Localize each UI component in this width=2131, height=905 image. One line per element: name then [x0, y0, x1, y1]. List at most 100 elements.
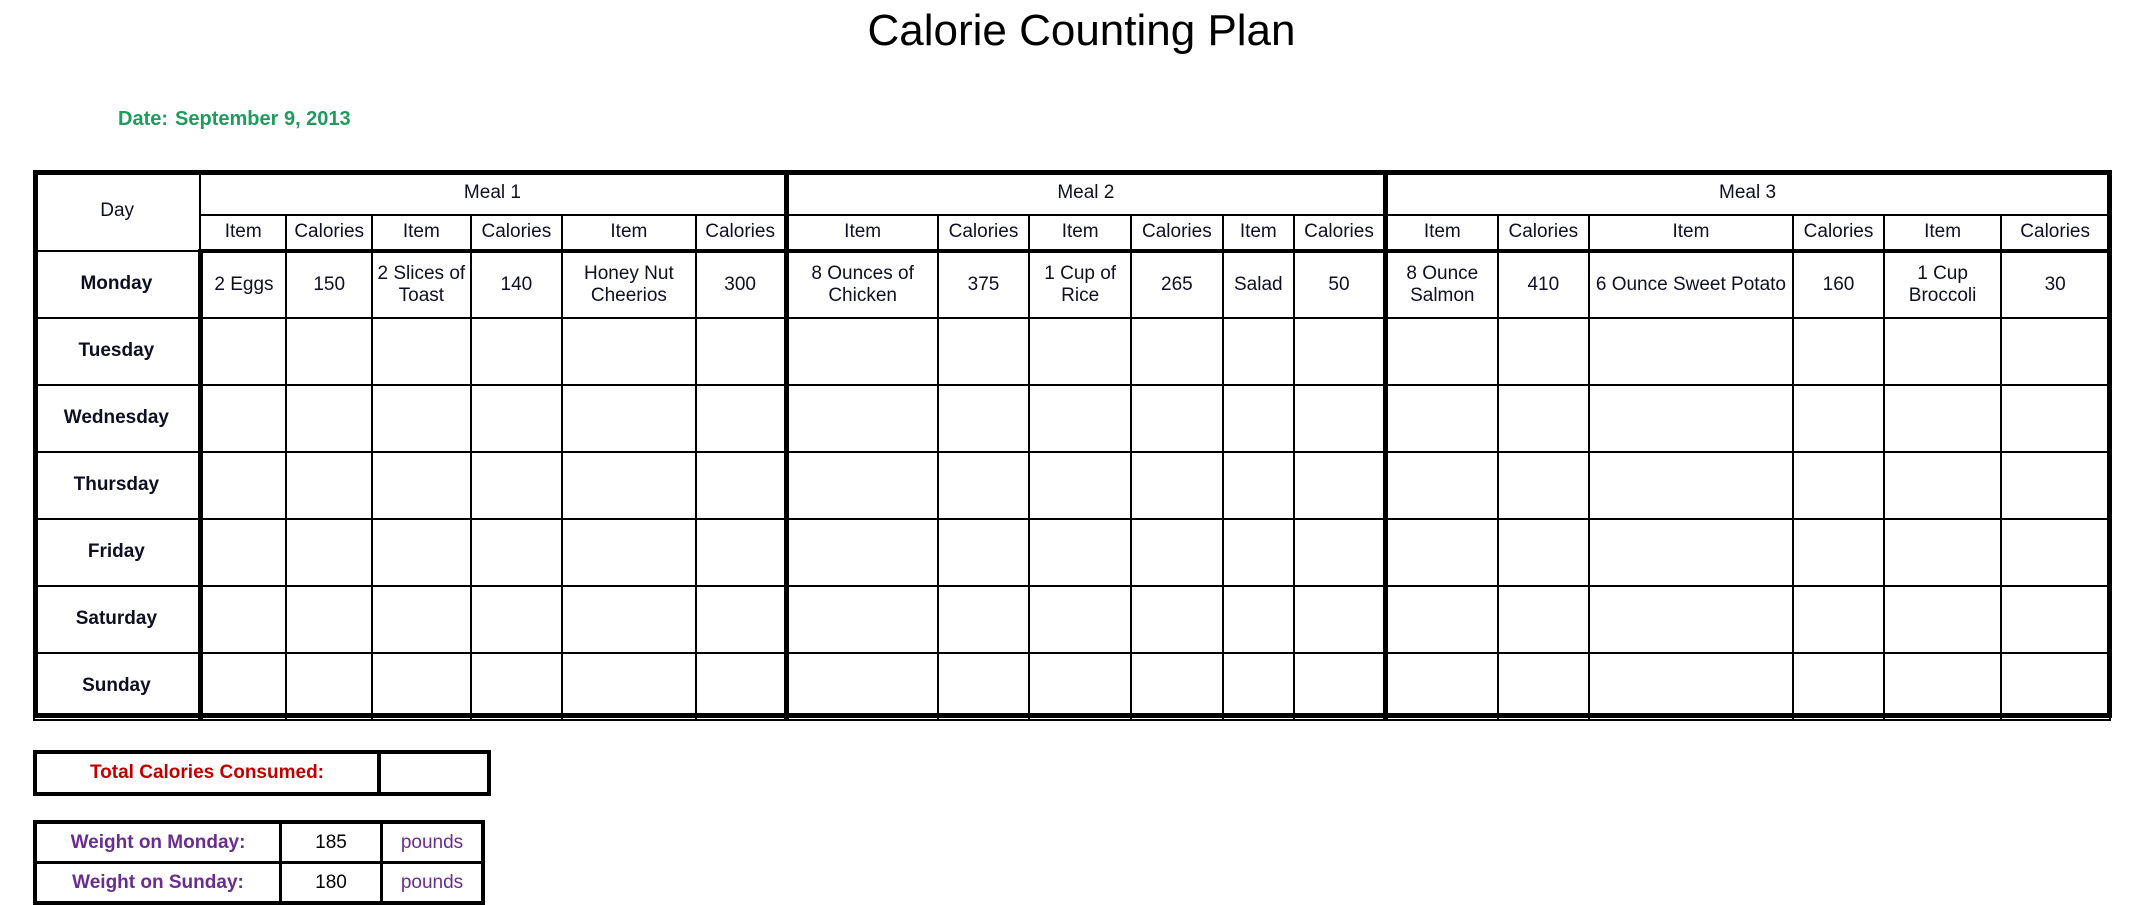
cell-calories[interactable]: 30	[1999, 250, 2111, 319]
cell-item[interactable]	[1883, 317, 2002, 386]
cell-item[interactable]	[1588, 518, 1794, 587]
cell-calories[interactable]	[469, 652, 564, 721]
cell-item[interactable]	[1028, 317, 1133, 386]
cell-calories[interactable]	[1130, 585, 1224, 654]
cell-item[interactable]	[785, 585, 939, 654]
cell-item[interactable]	[1221, 384, 1295, 453]
cell-item[interactable]	[371, 585, 472, 654]
cell-calories[interactable]	[469, 384, 564, 453]
cell-calories[interactable]	[1130, 451, 1224, 520]
cell-calories[interactable]	[1292, 384, 1389, 453]
cell-item[interactable]	[785, 652, 939, 721]
cell-item[interactable]	[1384, 585, 1499, 654]
cell-calories[interactable]	[1496, 652, 1591, 721]
cell-calories[interactable]	[936, 518, 1031, 587]
cell-calories[interactable]	[1496, 317, 1591, 386]
cell-item[interactable]	[1028, 585, 1133, 654]
cell-item[interactable]: 1 Cup Broccoli	[1883, 250, 2002, 319]
cell-item[interactable]: 8 Ounces of Chicken	[785, 250, 939, 319]
cell-calories[interactable]: 375	[936, 250, 1031, 319]
cell-calories[interactable]	[694, 518, 789, 587]
cell-calories[interactable]	[1130, 317, 1224, 386]
cell-item[interactable]	[1588, 585, 1794, 654]
cell-calories[interactable]	[469, 317, 564, 386]
cell-item[interactable]: 1 Cup of Rice	[1028, 250, 1133, 319]
cell-item[interactable]	[1883, 384, 2002, 453]
cell-item[interactable]	[561, 652, 697, 721]
cell-calories[interactable]	[694, 451, 789, 520]
cell-item[interactable]	[1221, 518, 1295, 587]
cell-calories[interactable]	[936, 317, 1031, 386]
cell-calories[interactable]	[1130, 652, 1224, 721]
cell-calories[interactable]	[285, 585, 374, 654]
cell-calories[interactable]	[1496, 384, 1591, 453]
cell-calories[interactable]	[936, 451, 1031, 520]
cell-item[interactable]	[561, 451, 697, 520]
cell-calories[interactable]	[694, 384, 789, 453]
cell-item[interactable]: 2 Slices of Toast	[371, 250, 472, 319]
cell-calories[interactable]	[285, 317, 374, 386]
cell-item[interactable]: Honey Nut Cheerios	[561, 250, 697, 319]
cell-item[interactable]: 8 Ounce Salmon	[1384, 250, 1499, 319]
cell-calories[interactable]	[1999, 652, 2111, 721]
cell-item[interactable]	[1221, 451, 1295, 520]
cell-item[interactable]	[1883, 451, 2002, 520]
weight-monday-value[interactable]: 185	[279, 820, 383, 864]
cell-calories[interactable]	[1999, 585, 2111, 654]
cell-item[interactable]	[199, 451, 288, 520]
cell-calories[interactable]: 50	[1292, 250, 1389, 319]
cell-item[interactable]	[1384, 451, 1499, 520]
cell-item[interactable]	[371, 384, 472, 453]
cell-calories[interactable]	[285, 652, 374, 721]
cell-calories[interactable]	[694, 585, 789, 654]
cell-calories[interactable]	[1292, 317, 1389, 386]
cell-item[interactable]	[1384, 384, 1499, 453]
cell-item[interactable]	[561, 518, 697, 587]
cell-item[interactable]	[1883, 652, 2002, 721]
cell-calories[interactable]	[1292, 585, 1389, 654]
cell-calories[interactable]	[1496, 518, 1591, 587]
cell-calories[interactable]	[285, 451, 374, 520]
cell-calories[interactable]: 140	[469, 250, 564, 319]
cell-calories[interactable]: 150	[285, 250, 374, 319]
cell-calories[interactable]	[1791, 451, 1886, 520]
cell-item[interactable]	[1883, 585, 2002, 654]
cell-item[interactable]	[371, 451, 472, 520]
cell-calories[interactable]	[936, 585, 1031, 654]
cell-calories[interactable]	[1791, 317, 1886, 386]
cell-item[interactable]: 2 Eggs	[199, 250, 288, 319]
total-calories-value[interactable]	[377, 750, 491, 796]
cell-calories[interactable]	[1130, 384, 1224, 453]
cell-item[interactable]	[371, 518, 472, 587]
cell-calories[interactable]	[1292, 652, 1389, 721]
cell-item[interactable]	[1221, 652, 1295, 721]
cell-calories[interactable]	[1791, 518, 1886, 587]
cell-item[interactable]	[199, 585, 288, 654]
cell-item[interactable]	[1588, 317, 1794, 386]
cell-calories[interactable]	[1999, 518, 2111, 587]
cell-calories[interactable]	[1496, 585, 1591, 654]
cell-calories[interactable]: 410	[1496, 250, 1591, 319]
cell-item[interactable]	[199, 317, 288, 386]
cell-item[interactable]	[785, 518, 939, 587]
cell-item[interactable]	[371, 317, 472, 386]
cell-item[interactable]	[1883, 518, 2002, 587]
cell-calories[interactable]	[469, 585, 564, 654]
cell-item[interactable]	[199, 518, 288, 587]
cell-item[interactable]	[785, 317, 939, 386]
cell-item[interactable]	[561, 317, 697, 386]
cell-item[interactable]: Salad	[1221, 250, 1295, 319]
cell-calories[interactable]	[285, 518, 374, 587]
cell-item[interactable]	[1588, 384, 1794, 453]
cell-item[interactable]	[199, 652, 288, 721]
cell-calories[interactable]	[1292, 451, 1389, 520]
weight-sunday-value[interactable]: 180	[279, 861, 383, 905]
cell-calories[interactable]	[469, 451, 564, 520]
cell-calories[interactable]	[1791, 652, 1886, 721]
cell-calories[interactable]	[694, 652, 789, 721]
cell-calories[interactable]	[936, 652, 1031, 721]
cell-calories[interactable]: 300	[694, 250, 789, 319]
cell-calories[interactable]	[1791, 585, 1886, 654]
cell-calories[interactable]	[1496, 451, 1591, 520]
cell-item[interactable]	[561, 585, 697, 654]
